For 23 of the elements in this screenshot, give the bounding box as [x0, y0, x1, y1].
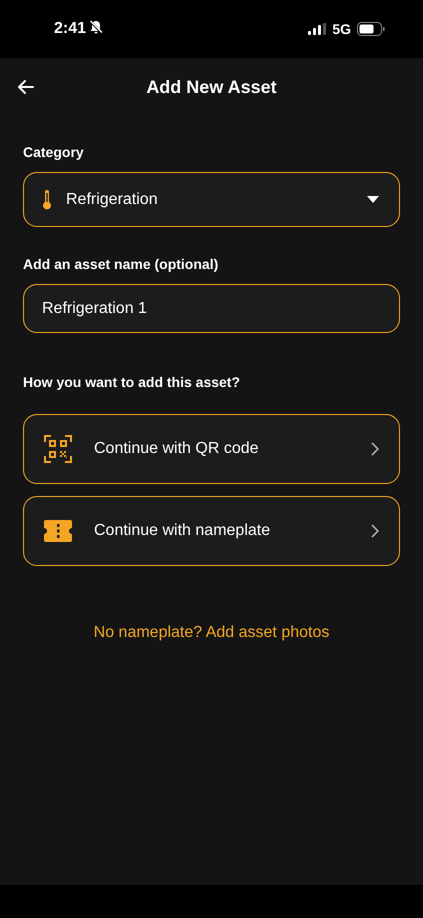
- network-label: 5G: [332, 21, 351, 37]
- signal-icon: [308, 23, 326, 35]
- option-card[interactable]: Continue with nameplate: [23, 496, 400, 566]
- option-label: Continue with nameplate: [94, 522, 272, 540]
- category-dropdown[interactable]: Refrigeration: [23, 172, 400, 227]
- status-time: 2:41: [54, 20, 86, 38]
- chevron-right-icon: [371, 442, 379, 456]
- asset-name-field[interactable]: Refrigeration 1: [23, 284, 400, 333]
- add-photos-link[interactable]: No nameplate? Add asset photos: [92, 622, 332, 644]
- dropdown-value: Refrigeration: [66, 190, 159, 208]
- option-card[interactable]: Continue with QR code: [23, 414, 400, 484]
- field-label: Add an asset name (optional): [23, 256, 220, 272]
- screen-title: Add New Asset: [146, 76, 277, 98]
- chevron-right-icon: [371, 524, 379, 538]
- option-label: Continue with QR code: [94, 440, 260, 458]
- section-question: How you want to add this asset?: [23, 374, 242, 390]
- caret-icon: [367, 196, 379, 203]
- qr-code-icon: [44, 435, 72, 463]
- ticket-icon: [44, 520, 72, 542]
- back-arrow-icon: [16, 77, 36, 97]
- thermometer-icon: [42, 190, 52, 210]
- field-label: Category: [23, 144, 85, 160]
- battery-icon: [357, 22, 385, 36]
